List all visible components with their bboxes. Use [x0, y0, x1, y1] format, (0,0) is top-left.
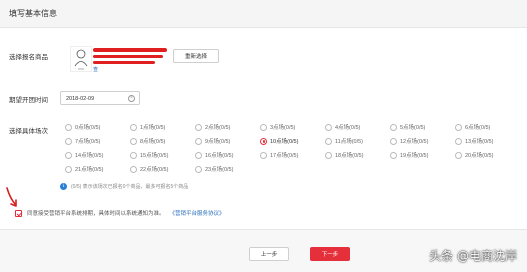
- slot-label: 10点场(0/5): [270, 139, 299, 145]
- slot-option[interactable]: 13点场(0/5): [455, 137, 493, 145]
- date-value: 2018-02-09: [66, 95, 95, 102]
- slot-radio[interactable]: [325, 123, 332, 131]
- slot-option[interactable]: 5点场(0/5): [390, 123, 425, 131]
- slot-option[interactable]: 14点场(0/5): [65, 151, 103, 159]
- slot-radio[interactable]: [195, 151, 202, 159]
- info-text: (0/5) 表示该场次已报名0个商品，最多可报名5个商品: [71, 184, 189, 190]
- agreement-link[interactable]: 《营销平台服务协议》: [170, 209, 225, 217]
- slot-option[interactable]: 16点场(0/5): [195, 151, 233, 159]
- slot-label: 12点场(0/5): [400, 139, 429, 145]
- slot-option[interactable]: 15点场(0/5): [130, 151, 168, 159]
- redacted-product-name: [93, 61, 155, 64]
- slot-radio[interactable]: [390, 137, 397, 145]
- redacted-product-name: [93, 48, 167, 52]
- clear-icon[interactable]: ×: [128, 95, 135, 102]
- agree-checkbox[interactable]: [15, 209, 22, 217]
- slot-label: 8点场(0/5): [140, 139, 166, 145]
- slot-label: 7点场(0/5): [75, 139, 101, 145]
- product-label: 选择报名商品: [9, 54, 48, 61]
- slot-radio[interactable]: [325, 137, 332, 145]
- slot-option[interactable]: 3点场(0/5): [260, 123, 295, 131]
- product-thumbnail: [70, 46, 92, 72]
- slot-label: 19点场(0/5): [400, 153, 429, 159]
- slot-label: 6点场(0/5): [465, 125, 491, 131]
- slot-option[interactable]: 17点场(0/5): [260, 151, 298, 159]
- date-label: 期望开团时间: [9, 97, 48, 104]
- agree-text: 同意接受营销平台系统排期，具体时间以系统通知为准。: [27, 211, 165, 217]
- agreement-row: 同意接受营销平台系统排期，具体时间以系统通知为准。 《营销平台服务协议》: [15, 209, 225, 217]
- redacted-product-name: [93, 55, 163, 58]
- slot-option[interactable]: 9点场(0/5): [195, 137, 230, 145]
- slot-label: 22点场(0/5): [140, 167, 169, 173]
- slot-radio[interactable]: [455, 123, 462, 131]
- slot-radio[interactable]: [260, 151, 267, 159]
- slot-radio[interactable]: [260, 137, 267, 145]
- slot-info: i (0/5) 表示该场次已报名0个商品，最多可报名5个商品: [60, 183, 188, 190]
- slot-label: 21点场(0/5): [75, 167, 104, 173]
- slot-radio[interactable]: [65, 137, 72, 145]
- section-title: 填写基本信息: [9, 9, 57, 18]
- slot-option[interactable]: 23点场(0/5): [195, 165, 233, 173]
- slot-radio[interactable]: [65, 123, 72, 131]
- slot-radio[interactable]: [390, 151, 397, 159]
- prev-step-button[interactable]: 上一步: [249, 247, 289, 261]
- slots-label: 选择具体场次: [9, 128, 48, 135]
- slot-radio[interactable]: [130, 123, 137, 131]
- slot-option[interactable]: 8点场(0/5): [130, 137, 165, 145]
- reselect-button[interactable]: 重新选择: [173, 49, 219, 63]
- slot-option[interactable]: 10点场(0/5): [260, 137, 298, 145]
- slot-option[interactable]: 4点场(0/5): [325, 123, 360, 131]
- slot-radio[interactable]: [455, 151, 462, 159]
- slot-label: 15点场(0/5): [140, 153, 169, 159]
- slot-label: 4点场(0/5): [335, 125, 361, 131]
- slot-radio[interactable]: [130, 165, 137, 173]
- slot-option[interactable]: 11点场(0/5): [325, 137, 363, 145]
- slot-label: 20点场(0/5): [465, 153, 494, 159]
- slot-option[interactable]: 21点场(0/5): [65, 165, 103, 173]
- slot-radio[interactable]: [325, 151, 332, 159]
- slot-radio[interactable]: [455, 137, 462, 145]
- slot-option[interactable]: 1点场(0/5): [130, 123, 165, 131]
- watermark: 头条 @电商沈岸: [429, 249, 517, 263]
- slot-radio[interactable]: [390, 123, 397, 131]
- slot-radio[interactable]: [195, 137, 202, 145]
- slot-label: 3点场(0/5): [270, 125, 296, 131]
- arrow-annotation-icon: [6, 187, 17, 207]
- slot-option[interactable]: 7点场(0/5): [65, 137, 100, 145]
- slot-radio[interactable]: [65, 165, 72, 173]
- slot-label: 9点场(0/5): [205, 139, 231, 145]
- slot-label: 16点场(0/5): [205, 153, 234, 159]
- slot-label: 23点场(0/5): [205, 167, 234, 173]
- product-detail-link[interactable]: 查: [93, 66, 98, 73]
- slot-radio[interactable]: [130, 151, 137, 159]
- slot-radio[interactable]: [130, 137, 137, 145]
- slot-radio[interactable]: [195, 123, 202, 131]
- section-header: 填写基本信息: [0, 0, 527, 28]
- slot-option[interactable]: 2点场(0/5): [195, 123, 230, 131]
- slot-radio[interactable]: [195, 165, 202, 173]
- slot-radio[interactable]: [260, 123, 267, 131]
- slot-label: 13点场(0/5): [465, 139, 494, 145]
- slot-label: 0点场(0/5): [75, 125, 101, 131]
- slot-radio[interactable]: [65, 151, 72, 159]
- slot-option[interactable]: 0点场(0/5): [65, 123, 100, 131]
- slot-option[interactable]: 19点场(0/5): [390, 151, 428, 159]
- slot-option[interactable]: 12点场(0/5): [390, 137, 428, 145]
- product-image-icon: [70, 46, 92, 72]
- slot-label: 1点场(0/5): [140, 125, 166, 131]
- slot-option[interactable]: 6点场(0/5): [455, 123, 490, 131]
- slot-label: 17点场(0/5): [270, 153, 299, 159]
- date-input[interactable]: 2018-02-09 ×: [60, 91, 140, 105]
- slot-label: 11点场(0/5): [335, 139, 364, 145]
- slot-label: 18点场(0/5): [335, 153, 364, 159]
- slot-label: 14点场(0/5): [75, 153, 104, 159]
- slot-label: 2点场(0/5): [205, 125, 231, 131]
- slot-option[interactable]: 22点场(0/5): [130, 165, 168, 173]
- slot-option[interactable]: 20点场(0/5): [455, 151, 493, 159]
- info-icon: i: [60, 183, 67, 190]
- slot-label: 5点场(0/5): [400, 125, 426, 131]
- slot-option[interactable]: 18点场(0/5): [325, 151, 363, 159]
- next-step-button[interactable]: 下一步: [310, 247, 350, 261]
